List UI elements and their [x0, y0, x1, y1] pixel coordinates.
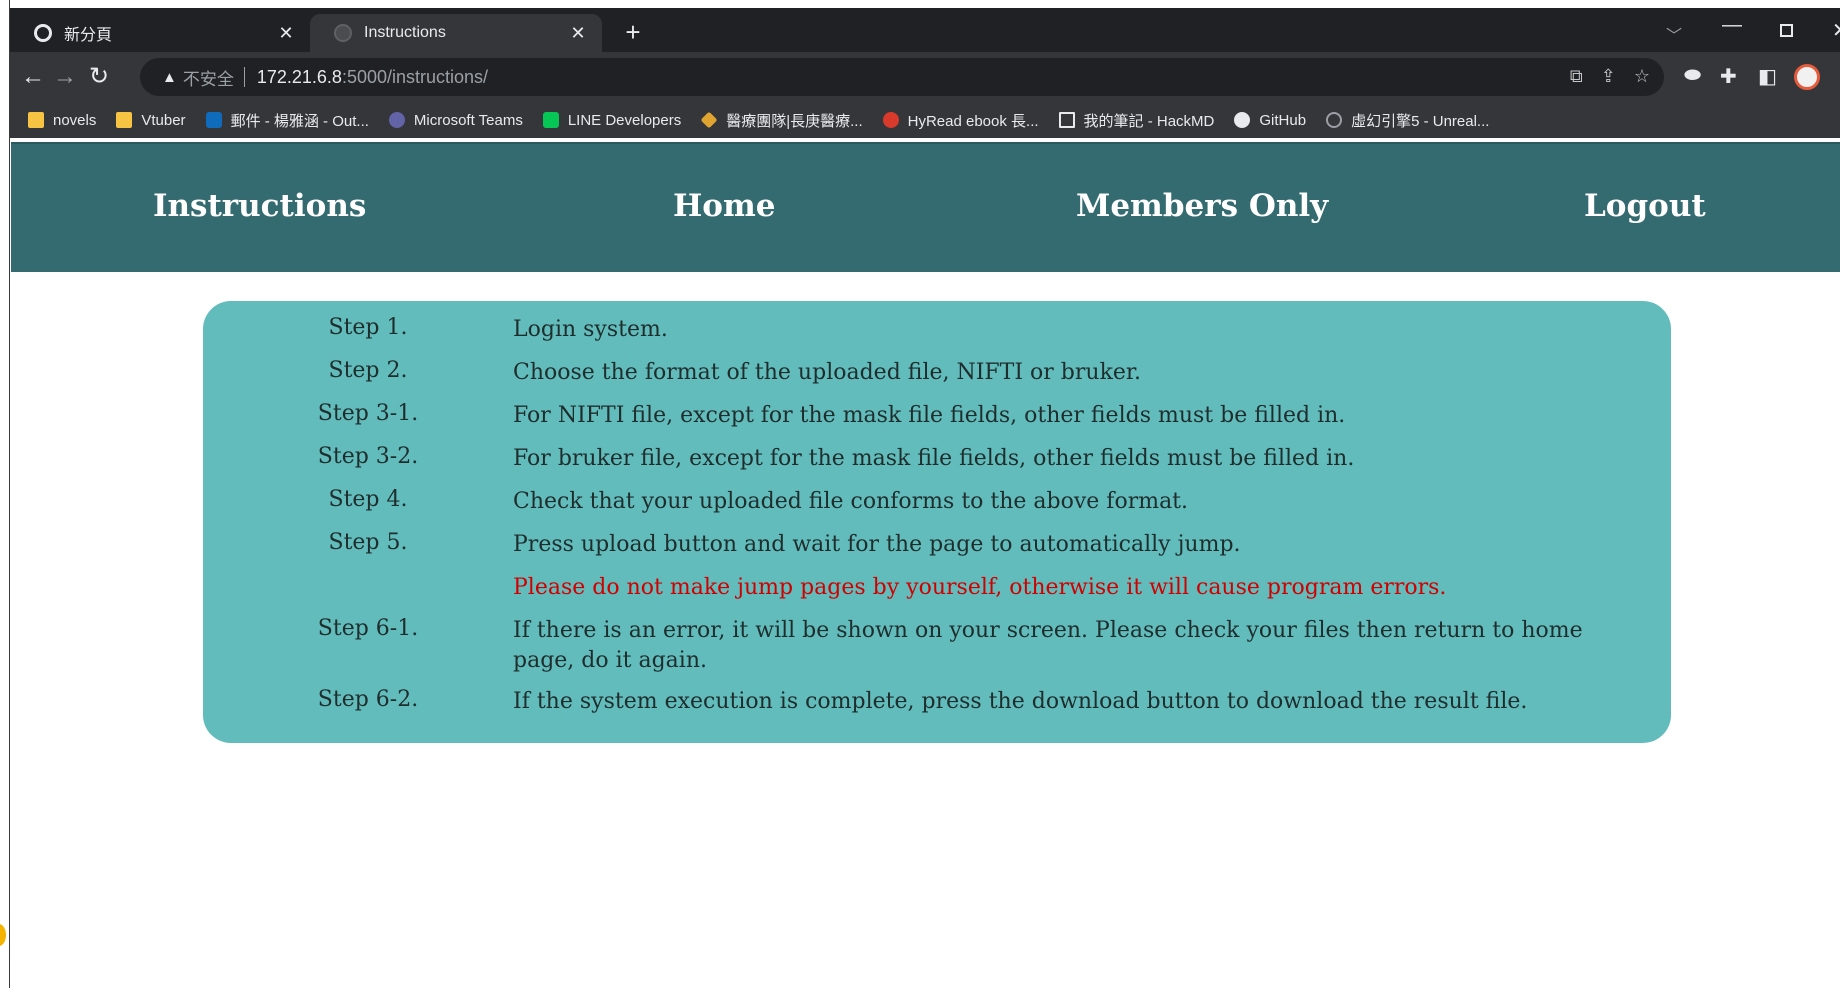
address-bar-actions: ⧉ ⇪ ☆: [1570, 66, 1650, 87]
nav-link-logout[interactable]: Logout: [1584, 188, 1706, 224]
step-text: Check that your uploaded file conforms t…: [513, 489, 1189, 514]
tab-search-chevron-icon[interactable]: ﹀: [1666, 22, 1682, 46]
page-viewport: Instructions Home Members Only Logout St…: [11, 138, 1840, 988]
bookmark-medical-team[interactable]: 醫療團隊|長庚醫療...: [700, 110, 863, 131]
chrome-icon: [34, 24, 52, 42]
nav-link-home[interactable]: Home: [673, 188, 776, 224]
warning-text: Please do not make jump pages by yoursel…: [513, 575, 1447, 600]
github-icon: [1234, 112, 1251, 128]
minimize-icon[interactable]: —: [1722, 14, 1742, 37]
close-icon[interactable]: ✕: [568, 23, 588, 44]
step-label: Step 4.: [328, 487, 408, 512]
reload-icon[interactable]: ↻: [84, 62, 114, 92]
bookmark-label: 虛幻引擎5 - Unreal...: [1351, 112, 1490, 130]
bookmarks-bar: novels Vtuber 郵件 - 楊雅涵 - Out... Microsof…: [10, 102, 1840, 138]
tab-title: 新分頁: [64, 27, 113, 44]
window-frame-left: [0, 0, 10, 988]
tab-title: Instructions: [364, 24, 446, 41]
step-label: Step 6-2.: [317, 687, 419, 712]
close-icon[interactable]: ✕: [276, 23, 296, 44]
bookmark-hyread[interactable]: HyRead ebook 長...: [882, 110, 1039, 131]
new-tab-button[interactable]: +: [618, 18, 648, 48]
share-icon[interactable]: ⇪: [1601, 66, 1616, 87]
bookmark-github[interactable]: GitHub: [1234, 112, 1306, 129]
step-text: For NIFTI file, except for the mask file…: [513, 403, 1346, 428]
step-text: If there is an error, it will be shown o…: [513, 618, 1583, 673]
bookmark-unreal[interactable]: 虛幻引擎5 - Unreal...: [1326, 110, 1489, 131]
nav-link-instructions[interactable]: Instructions: [153, 188, 366, 224]
translate-icon[interactable]: ⧉: [1570, 66, 1583, 87]
tab-strip: 新分頁 ✕ Instructions ✕ + ﹀ — ✕: [10, 8, 1840, 52]
step-text: Press upload button and wait for the pag…: [513, 532, 1241, 557]
bookmark-label: novels: [53, 111, 97, 129]
extension-icon[interactable]: ⬬: [1684, 64, 1701, 87]
step-label: Step 1.: [328, 315, 408, 340]
globe-icon: [334, 24, 352, 42]
outlook-icon: [205, 112, 222, 128]
instructions-panel: Step 1. Login system. Step 2. Choose the…: [203, 301, 1671, 743]
bookmark-label: LINE Developers: [567, 111, 682, 129]
tab-new-tab[interactable]: 新分頁 ✕: [10, 14, 310, 52]
bookmark-label: GitHub: [1259, 111, 1307, 129]
step-text: For bruker file, except for the mask fil…: [513, 446, 1355, 471]
nav-link-members-only[interactable]: Members Only: [1076, 188, 1328, 224]
bookmark-label: 醫療團隊|長庚醫療...: [726, 112, 863, 130]
window-close-icon[interactable]: ✕: [1832, 18, 1840, 43]
url-host: 172.21.6.8: [256, 66, 342, 87]
back-arrow-icon[interactable]: ←: [18, 62, 48, 92]
bookmark-label: 我的筆記 - HackMD: [1083, 112, 1215, 130]
bookmark-star-icon[interactable]: ☆: [1634, 66, 1650, 87]
bookmark-outlook[interactable]: 郵件 - 楊雅涵 - Out...: [205, 110, 369, 131]
step-label: Step 3-1.: [317, 401, 419, 426]
bookmark-label: Microsoft Teams: [413, 111, 523, 129]
folder-icon: [116, 112, 133, 128]
restore-icon[interactable]: [1780, 24, 1793, 37]
puzzle-extensions-icon[interactable]: ✚: [1720, 64, 1737, 89]
bookmark-line-developers[interactable]: LINE Developers: [542, 111, 682, 129]
bookmark-novels[interactable]: novels: [28, 112, 96, 129]
step-label: Step 5.: [328, 530, 408, 555]
forward-arrow-icon[interactable]: →: [50, 62, 80, 92]
bookmark-label: 郵件 - 楊雅涵 - Out...: [230, 112, 369, 130]
unreal-icon: [1326, 112, 1343, 128]
step-label: Step 6-1.: [317, 616, 419, 641]
bookmark-label: HyRead ebook 長...: [907, 112, 1039, 130]
bookmark-vtuber[interactable]: Vtuber: [116, 111, 186, 129]
step-label: Step 2.: [328, 358, 408, 383]
menu-kebab-icon[interactable]: ⋮: [1836, 62, 1840, 87]
security-label[interactable]: 不安全: [183, 65, 234, 90]
address-separator: [243, 67, 245, 87]
hyread-icon: [882, 112, 899, 128]
warning-triangle-icon[interactable]: ▲: [162, 69, 177, 86]
bookmark-teams[interactable]: Microsoft Teams: [388, 111, 523, 129]
url-path: :5000/instructions/: [341, 66, 489, 87]
site-navbar: Instructions Home Members Only Logout: [11, 142, 1840, 272]
step-text: Login system.: [513, 317, 668, 342]
step-label: Step 3-2.: [317, 444, 419, 469]
browser-toolbar: ← → ↻ ▲ 不安全 172.21.6.8:5000/instructions…: [10, 52, 1840, 102]
folder-icon: [28, 112, 44, 128]
bookmark-label: Vtuber: [141, 111, 186, 129]
step-text: Choose the format of the uploaded file, …: [513, 360, 1142, 385]
tab-instructions[interactable]: Instructions ✕: [310, 14, 602, 52]
address-bar[interactable]: ▲ 不安全 172.21.6.8:5000/instructions/ ⧉ ⇪ …: [140, 58, 1664, 96]
window-frame-top: [0, 0, 1840, 8]
side-panel-icon[interactable]: ◧: [1758, 64, 1777, 89]
line-icon: [542, 112, 559, 128]
step-text: If the system execution is complete, pre…: [513, 689, 1528, 714]
medical-icon: [700, 111, 718, 129]
bookmark-hackmd[interactable]: 我的筆記 - HackMD: [1058, 110, 1215, 131]
profile-avatar[interactable]: [1794, 64, 1820, 90]
teams-icon: [388, 112, 405, 128]
document-icon: [1058, 112, 1075, 128]
